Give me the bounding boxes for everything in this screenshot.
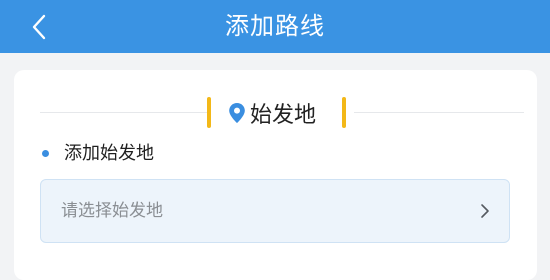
- route-card: 始发地 添加始发地 请选择始发地: [14, 70, 537, 280]
- divider-left: [40, 112, 210, 113]
- add-origin-label: 添加始发地: [64, 143, 154, 164]
- section-title: 始发地: [250, 102, 317, 128]
- section-accent-left: [207, 97, 211, 128]
- header-bar: 添加路线: [0, 0, 550, 53]
- origin-select-field[interactable]: 请选择始发地: [40, 179, 510, 243]
- page-title: 添加路线: [225, 12, 325, 40]
- location-pin-icon: [229, 102, 245, 123]
- origin-placeholder: 请选择始发地: [61, 201, 163, 221]
- section-header: 始发地: [228, 97, 316, 128]
- divider-right: [354, 112, 524, 113]
- chevron-right-icon: [475, 201, 495, 221]
- section-accent-right: [342, 97, 346, 128]
- bullet-dot: [42, 150, 49, 157]
